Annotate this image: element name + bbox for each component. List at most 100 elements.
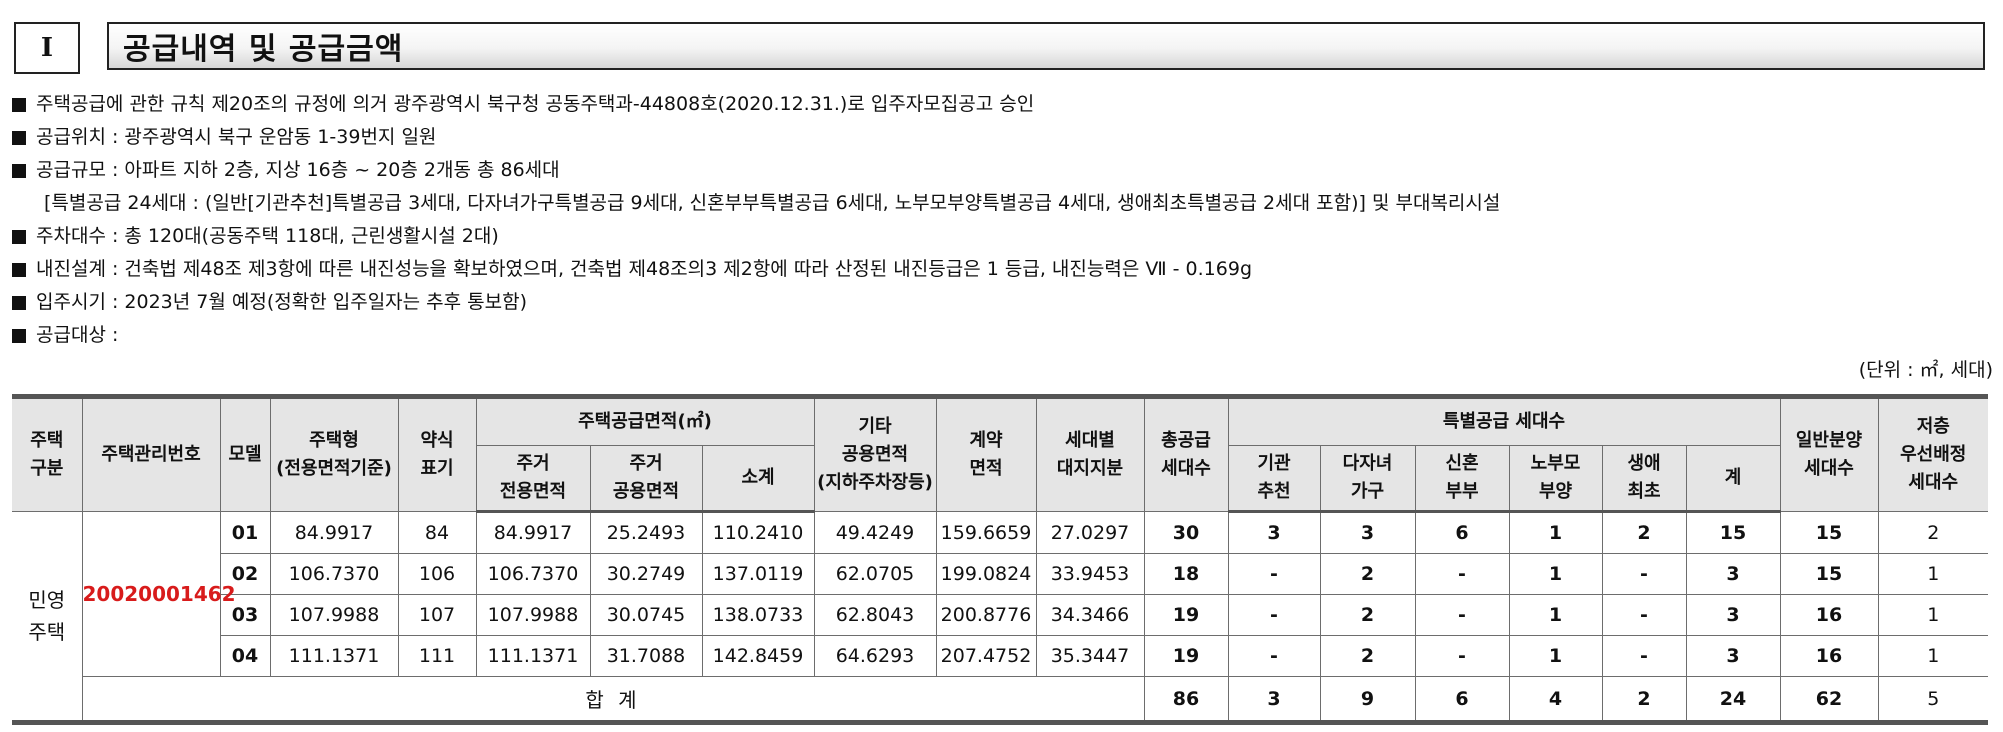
cell-subtotal: 142.8459 [701,635,815,677]
cell-abbr: 84 [397,511,477,554]
cell-land: 27.0297 [1035,511,1145,554]
sum-low: 5 [1877,676,1988,723]
table-row: 02 106.7370 106 106.7370 30.2749 137.011… [12,553,1988,595]
col-low-floor: 저층 우선배정 세대수 [1877,396,1988,512]
cell-agency: - [1227,594,1321,636]
cell-type: 84.9917 [269,511,399,554]
cell-land: 35.3447 [1035,635,1145,677]
cell-exclusive: 107.9988 [475,594,591,636]
cell-low: 1 [1877,594,1988,636]
cell-contract: 199.0824 [935,553,1037,595]
cell-type: 106.7370 [269,553,399,595]
cell-newlywed: - [1414,635,1510,677]
cell-abbr: 106 [397,553,477,595]
cell-other: 49.4249 [813,511,937,554]
cell-contract: 207.4752 [935,635,1037,677]
bullet-list: 주택공급에 관한 규칙 제20조의 규정에 의거 광주광역시 북구청 공동주택과… [10,88,1995,352]
col-common-area: 주거 공용면적 [589,445,703,513]
cell-elderly: 1 [1508,635,1603,677]
table-row: 민영 주택 20020001462 01 84.9917 84 84.9917 … [12,511,1988,723]
table-sum-row: 합 계 86 3 9 6 4 2 24 62 5 [12,676,1988,723]
sum-multi: 9 [1319,676,1416,723]
cell-special-sum: 3 [1685,635,1781,677]
cell-total: 19 [1143,594,1229,636]
cell-land: 33.9453 [1035,553,1145,595]
bullet-location: 공급위치 : 광주광역시 북구 운암동 1-39번지 일원 [10,121,1995,154]
sum-elderly: 4 [1508,676,1603,723]
cell-special-sum: 15 [1685,511,1781,554]
cell-model: 04 [220,635,271,677]
square-bullet-icon [12,164,26,178]
cell-elderly: 1 [1508,511,1603,554]
cell-general: 16 [1779,635,1879,677]
square-bullet-icon [12,296,26,310]
square-bullet-icon [12,329,26,343]
cell-first: - [1601,594,1687,636]
col-land-share: 세대별 대지지분 [1035,396,1145,512]
col-subtotal: 소계 [701,445,815,513]
col-multi-child: 다자녀 가구 [1319,445,1416,513]
col-newlywed: 신혼 부부 [1414,445,1510,513]
cell-general: 16 [1779,594,1879,636]
cell-total: 19 [1143,635,1229,677]
col-management-no: 주택관리번호 [81,396,221,512]
cell-newlywed: - [1414,553,1510,595]
col-agency: 기관 추천 [1227,445,1321,513]
section-number: I [14,22,80,74]
cell-exclusive: 111.1371 [475,635,591,677]
cell-common: 30.2749 [589,553,703,595]
cell-common: 31.7088 [589,635,703,677]
cell-abbr: 107 [397,594,477,636]
management-number: 20020001462 [81,511,236,677]
cell-multi: 2 [1319,594,1416,636]
bullet-seismic: 내진설계 : 건축법 제48조 제3항에 따른 내진성능을 확보하였으며, 건축… [10,253,1995,286]
cell-special-sum: 3 [1685,553,1781,595]
cell-common: 25.2493 [589,511,703,554]
cell-common: 30.0745 [589,594,703,636]
housing-type-label: 민영 주택 [12,511,83,723]
cell-elderly: 1 [1508,594,1603,636]
cell-agency: - [1227,553,1321,595]
bullet-parking: 주차대수 : 총 120대(공동주택 118대, 근린생활시설 2대) [10,220,1995,253]
cell-low: 1 [1877,553,1988,595]
cell-subtotal: 137.0119 [701,553,815,595]
col-group-supply-area: 주택공급면적(㎡) [475,396,815,446]
cell-first: - [1601,553,1687,595]
bullet-scale: 공급규모 : 아파트 지하 2층, 지상 16층 ~ 20층 2개동 총 86세… [10,154,1995,187]
square-bullet-icon [12,230,26,244]
cell-special-sum: 3 [1685,594,1781,636]
cell-total: 30 [1143,511,1229,554]
cell-abbr: 111 [397,635,477,677]
section-title: 공급내역 및 공급금액 [107,22,1985,70]
cell-subtotal: 110.2410 [701,511,815,554]
cell-exclusive: 84.9917 [475,511,591,554]
col-contract-area: 계약 면적 [935,396,1037,512]
table-row: 03 107.9988 107 107.9988 30.0745 138.073… [12,594,1988,636]
cell-contract: 200.8776 [935,594,1037,636]
cell-general: 15 [1779,553,1879,595]
cell-low: 1 [1877,635,1988,677]
square-bullet-icon [12,263,26,277]
square-bullet-icon [12,98,26,112]
col-general: 일반분양 세대수 [1779,396,1879,512]
sum-label: 합 계 [82,676,1145,723]
cell-multi: 2 [1319,553,1416,595]
cell-subtotal: 138.0733 [701,594,815,636]
cell-newlywed: - [1414,594,1510,636]
sum-special-sum: 24 [1685,676,1781,723]
supply-table: 주택 구분 주택관리번호 모델 주택형 (전용면적기준) 약식 표기 주택공급면… [12,394,1988,725]
cell-agency: 3 [1227,511,1321,554]
col-model: 모델 [219,396,271,512]
col-other-common: 기타 공용면적 (지하주차장등) [813,396,937,512]
col-first-time: 생애 최초 [1601,445,1687,513]
section-header: I 공급내역 및 공급금액 [14,22,1989,74]
bullet-move-in: 입주시기 : 2023년 7월 예정(정확한 입주일자는 추후 통보함) [10,286,1995,319]
cell-multi: 2 [1319,635,1416,677]
cell-first: 2 [1601,511,1687,554]
cell-contract: 159.6659 [935,511,1037,554]
col-housing-group: 주택 구분 [12,396,83,512]
unit-note: (단위 : ㎡, 세대) [1858,359,1993,381]
cell-total: 18 [1143,553,1229,595]
cell-other: 64.6293 [813,635,937,677]
col-elderly: 노부모 부양 [1508,445,1603,513]
